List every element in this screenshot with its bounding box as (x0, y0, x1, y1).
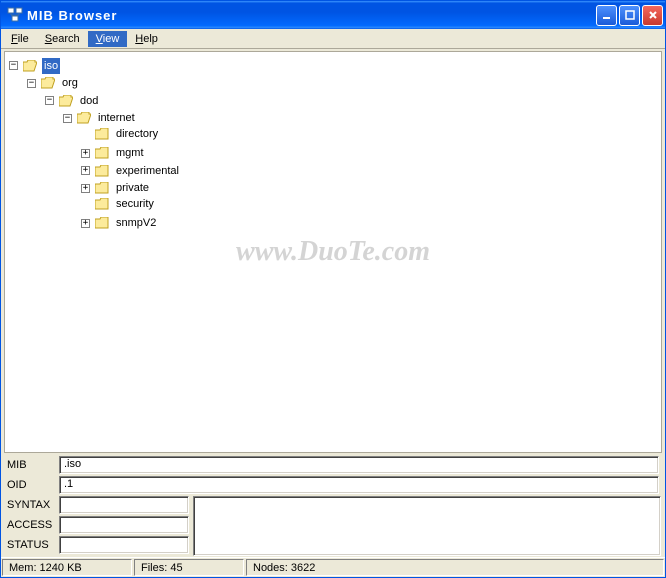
folder-open-icon (77, 112, 91, 124)
folder-open-icon (23, 60, 37, 72)
syntax-field[interactable] (59, 496, 189, 514)
tree-label[interactable]: org (60, 75, 80, 91)
expander-icon[interactable]: + (81, 184, 90, 193)
menu-view[interactable]: View (88, 31, 128, 47)
tree-label[interactable]: private (114, 180, 151, 196)
folder-icon (95, 182, 109, 194)
folder-icon (95, 165, 109, 177)
tree-node-security[interactable]: security (81, 196, 156, 212)
expander-icon (81, 130, 90, 139)
expander-icon[interactable]: − (9, 61, 18, 70)
statusbar: Mem: 1240 KB Files: 45 Nodes: 3622 (1, 557, 665, 577)
close-button[interactable] (642, 5, 663, 26)
status-mem: Mem: 1240 KB (2, 559, 132, 576)
tree-node-internet[interactable]: − internet (63, 110, 137, 126)
folder-open-icon (41, 77, 55, 89)
tree-label[interactable]: experimental (114, 163, 181, 179)
folder-icon (95, 128, 109, 140)
oid-label: OID (5, 479, 59, 491)
tree-node-experimental[interactable]: + experimental (81, 163, 181, 179)
status-label: STATUS (5, 539, 59, 551)
tree-node-iso[interactable]: − iso (9, 58, 60, 74)
watermark-text: www.DuoTe.com (236, 236, 430, 268)
syntax-label: SYNTAX (5, 499, 59, 511)
expander-icon (81, 200, 90, 209)
tree-node-snmpv2[interactable]: + snmpV2 (81, 215, 158, 231)
tree-node-mgmt[interactable]: + mgmt (81, 145, 146, 161)
expander-icon[interactable]: + (81, 219, 90, 228)
tree-label[interactable]: iso (42, 58, 60, 74)
tree-view[interactable]: − iso − org (4, 51, 662, 453)
expander-icon[interactable]: − (63, 114, 72, 123)
expander-icon[interactable]: + (81, 149, 90, 158)
tree-label[interactable]: dod (78, 93, 100, 109)
folder-icon (95, 198, 109, 210)
access-label: ACCESS (5, 519, 59, 531)
minimize-button[interactable] (596, 5, 617, 26)
menubar: File Search View Help (1, 29, 665, 49)
menu-search[interactable]: Search (37, 31, 88, 47)
expander-icon[interactable]: − (27, 79, 36, 88)
description-box[interactable] (193, 496, 661, 556)
expander-icon[interactable]: + (81, 166, 90, 175)
menu-help[interactable]: Help (127, 31, 166, 47)
tree-node-directory[interactable]: directory (81, 126, 160, 142)
titlebar: MIB Browser (1, 1, 665, 29)
app-icon (7, 7, 23, 23)
tree-node-org[interactable]: − org (27, 75, 80, 91)
window-title: MIB Browser (27, 8, 596, 23)
status-nodes: Nodes: 3622 (246, 559, 664, 576)
oid-field[interactable]: .1 (59, 476, 659, 494)
mib-label: MIB (5, 459, 59, 471)
tree-label[interactable]: mgmt (114, 145, 146, 161)
tree-node-private[interactable]: + private (81, 180, 151, 196)
details-panel: MIB .iso OID .1 SYNTAX ACCESS STATUS (1, 455, 665, 557)
tree-label[interactable]: internet (96, 110, 137, 126)
folder-icon (95, 217, 109, 229)
app-window: MIB Browser File Search View Help − (0, 0, 666, 578)
menu-file[interactable]: File (3, 31, 37, 47)
tree-label[interactable]: directory (114, 126, 160, 142)
maximize-button[interactable] (619, 5, 640, 26)
folder-open-icon (59, 95, 73, 107)
status-field[interactable] (59, 536, 189, 554)
expander-icon[interactable]: − (45, 96, 54, 105)
folder-icon (95, 147, 109, 159)
tree-label[interactable]: security (114, 196, 156, 212)
status-files: Files: 45 (134, 559, 244, 576)
tree-label[interactable]: snmpV2 (114, 215, 158, 231)
access-field[interactable] (59, 516, 189, 534)
mib-field[interactable]: .iso (59, 456, 659, 474)
tree-node-dod[interactable]: − dod (45, 93, 100, 109)
